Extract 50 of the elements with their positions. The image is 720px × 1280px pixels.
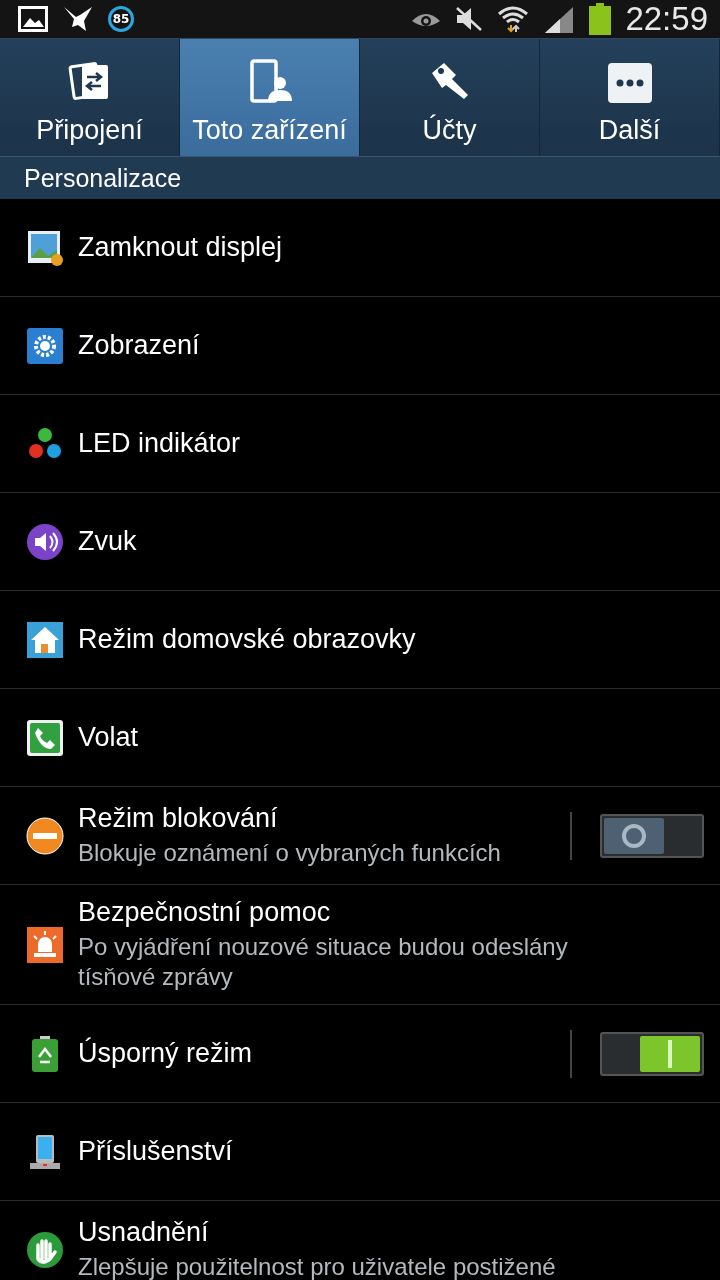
landscape-lock-icon xyxy=(26,228,64,267)
picture-icon xyxy=(18,6,48,32)
settings-item[interactable]: Volat xyxy=(0,689,720,787)
wifi-icon xyxy=(497,4,530,34)
signal-icon xyxy=(543,5,576,33)
settings-item[interactable]: Bezpečnostní pomoc Po vyjádření nouzové situace budou odeslány tísňové zprávy xyxy=(0,885,720,1005)
settings-item[interactable]: Příslušenství xyxy=(0,1103,720,1201)
ring-icon xyxy=(620,821,648,850)
item-title: Zvuk xyxy=(78,526,138,557)
settings-item[interactable]: Usnadnění Zlepšuje použitelnost pro uživatele postižené xyxy=(0,1201,720,1280)
tab[interactable]: Účty xyxy=(360,39,540,156)
item-title: LED indikátor xyxy=(78,428,242,459)
tab[interactable]: Připojení xyxy=(0,39,180,156)
item-title: Usnadnění xyxy=(78,1217,210,1248)
settings-item[interactable]: Zamknout displej xyxy=(0,199,720,297)
item-title: Režim blokování xyxy=(78,803,279,834)
gear-icon xyxy=(26,326,64,365)
settings-item[interactable]: LED indikátor xyxy=(0,395,720,493)
tab[interactable]: Toto zařízení xyxy=(180,39,360,156)
more-icon xyxy=(607,63,652,103)
phone-handset-icon xyxy=(26,718,64,757)
item-title: Zobrazení xyxy=(78,330,201,361)
item-subtitle: Blokuje oznámení o vybraných funkcích xyxy=(78,838,502,868)
clock-time: 22:59 xyxy=(625,0,708,38)
toggle-switch[interactable] xyxy=(600,1031,704,1076)
settings-item[interactable]: Zvuk xyxy=(0,493,720,591)
item-subtitle: Po vyjádření nouzové situace budou odeslány tísňové zprávy xyxy=(78,932,569,992)
battery-icon xyxy=(589,3,612,35)
item-title: Zamknout displej xyxy=(78,232,284,263)
item-title: Bezpečnostní pomoc xyxy=(78,897,332,928)
speaker-icon xyxy=(26,522,64,561)
section-header: Personalizace xyxy=(0,156,720,199)
item-title: Režim domovské obrazovky xyxy=(78,624,417,655)
siren-icon xyxy=(26,925,64,964)
mute-icon xyxy=(455,6,484,32)
item-subtitle: Zlepšuje použitelnost pro uživatele postižené xyxy=(78,1252,557,1280)
toggle-switch[interactable] xyxy=(600,813,704,858)
house-icon xyxy=(26,620,64,659)
settings-item[interactable]: Režim blokování Blokuje oznámení o vybraných funkcích xyxy=(0,787,720,885)
item-title: Úsporný režim xyxy=(78,1038,254,1069)
item-title: Volat xyxy=(78,722,140,753)
settings-item[interactable]: Zobrazení xyxy=(0,297,720,395)
minus-circle-icon xyxy=(26,816,64,855)
hand-icon xyxy=(26,1230,64,1269)
tab[interactable]: Další xyxy=(540,39,720,156)
item-title: Příslušenství xyxy=(78,1136,234,1167)
settings-item[interactable]: Režim domovské obrazovky xyxy=(0,591,720,689)
phone-person-icon xyxy=(247,59,292,103)
battery-badge: 85 xyxy=(108,6,134,32)
settings-item[interactable]: Úsporný režim xyxy=(0,1005,720,1103)
